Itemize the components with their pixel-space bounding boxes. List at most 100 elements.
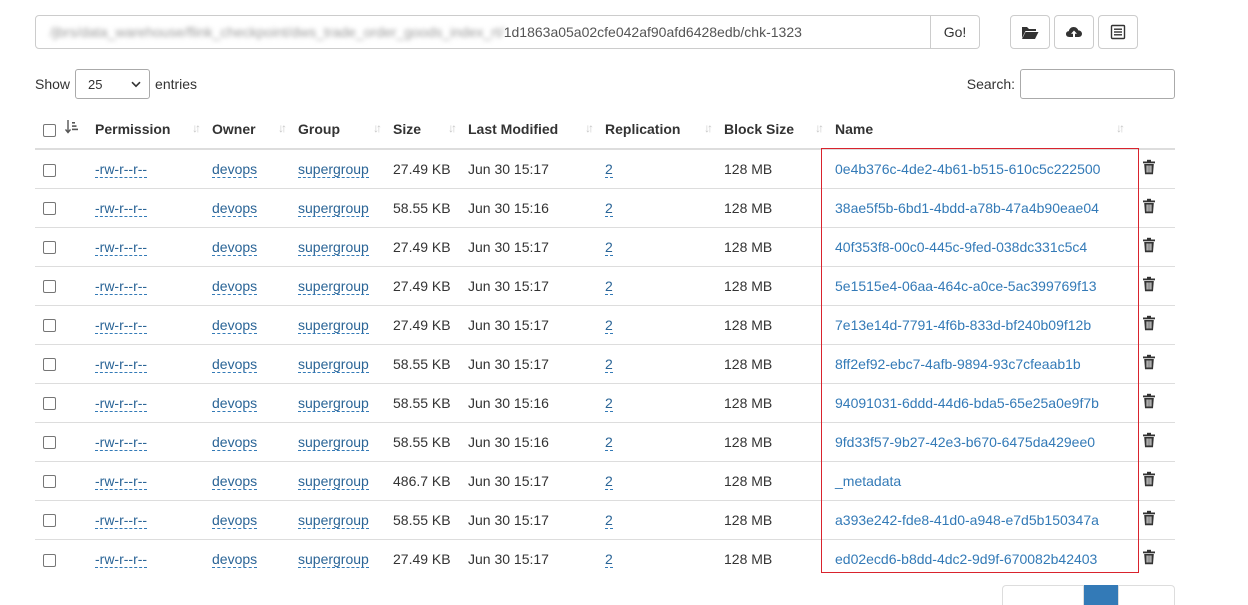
group-link[interactable]: supergroup [298, 160, 369, 178]
permission-link[interactable]: -rw-r--r-- [95, 277, 148, 295]
row-checkbox[interactable] [43, 241, 56, 255]
owner-link[interactable]: devops [212, 316, 258, 334]
group-link[interactable]: supergroup [298, 238, 369, 256]
replication-link[interactable]: 2 [605, 160, 613, 178]
permission-link[interactable]: -rw-r--r-- [95, 394, 148, 412]
group-link[interactable]: supergroup [298, 550, 369, 568]
column-header-block-size[interactable]: Block Size ↓↑ [716, 110, 827, 150]
trash-icon[interactable] [1142, 471, 1156, 490]
row-checkbox[interactable] [43, 397, 56, 411]
file-name-link[interactable]: 7e13e14d-7791-4f6b-833d-bf240b09f12b [835, 317, 1091, 333]
column-header-owner[interactable]: Owner ↓↑ [204, 110, 290, 150]
replication-link[interactable]: 2 [605, 550, 613, 568]
trash-icon[interactable] [1142, 159, 1156, 178]
replication-link[interactable]: 2 [605, 277, 613, 295]
path-input[interactable]: /jbrs/data_warehouse/flink_checkpoint/dw… [35, 15, 931, 49]
group-link[interactable]: supergroup [298, 199, 369, 217]
permission-link[interactable]: -rw-r--r-- [95, 511, 148, 529]
permission-link[interactable]: -rw-r--r-- [95, 199, 148, 217]
trash-icon[interactable] [1142, 432, 1156, 451]
column-header-size[interactable]: Size ↓↑ [385, 110, 460, 150]
group-link[interactable]: supergroup [298, 394, 369, 412]
permission-link[interactable]: -rw-r--r-- [95, 433, 148, 451]
column-header-permission[interactable]: Permission ↓↑ [87, 110, 204, 150]
trash-icon[interactable] [1142, 237, 1156, 256]
file-name-link[interactable]: ed02ecd6-b8dd-4dc2-9d9f-670082b42403 [835, 551, 1097, 567]
file-name-link[interactable]: a393e242-fde8-41d0-a948-e7d5b150347a [835, 512, 1099, 528]
permission-link[interactable]: -rw-r--r-- [95, 316, 148, 334]
trash-icon[interactable] [1142, 354, 1156, 373]
owner-link[interactable]: devops [212, 433, 258, 451]
owner-link[interactable]: devops [212, 160, 258, 178]
owner-link[interactable]: devops [212, 394, 258, 412]
row-checkbox[interactable] [43, 280, 56, 294]
replication-link[interactable]: 2 [605, 394, 613, 412]
file-name-link[interactable]: 0e4b376c-4de2-4b61-b515-610c5c222500 [835, 161, 1100, 177]
pagination-next[interactable] [1118, 585, 1175, 605]
owner-link[interactable]: devops [212, 550, 258, 568]
permission-link[interactable]: -rw-r--r-- [95, 550, 148, 568]
group-link[interactable]: supergroup [298, 277, 369, 295]
list-button[interactable] [1098, 15, 1138, 49]
pagination-previous[interactable] [1002, 585, 1084, 605]
block-size-cell: 128 MB [716, 421, 827, 461]
row-checkbox[interactable] [43, 436, 56, 450]
search-input[interactable] [1020, 69, 1175, 99]
permission-link[interactable]: -rw-r--r-- [95, 238, 148, 256]
sort-arrows-icon: ↓↑ [585, 121, 594, 135]
owner-link[interactable]: devops [212, 277, 258, 295]
upload-button[interactable] [1054, 15, 1094, 49]
select-all-checkbox[interactable] [43, 123, 56, 137]
trash-icon[interactable] [1142, 198, 1156, 217]
permission-link[interactable]: -rw-r--r-- [95, 355, 148, 373]
column-header-name[interactable]: Name ↓↑ [827, 110, 1134, 150]
trash-icon[interactable] [1142, 315, 1156, 334]
owner-link[interactable]: devops [212, 199, 258, 217]
group-link[interactable]: supergroup [298, 433, 369, 451]
row-checkbox[interactable] [43, 358, 56, 372]
column-header-group[interactable]: Group ↓↑ [290, 110, 385, 150]
open-folder-button[interactable] [1010, 15, 1050, 49]
group-link[interactable]: supergroup [298, 316, 369, 334]
file-name-link[interactable]: 8ff2ef92-ebc7-4afb-9894-93c7cfeaab1b [835, 356, 1081, 372]
owner-link[interactable]: devops [212, 472, 258, 490]
permission-link[interactable]: -rw-r--r-- [95, 160, 148, 178]
file-name-link[interactable]: 94091031-6ddd-44d6-bda5-65e25a0e9f7b [835, 395, 1099, 411]
file-name-link[interactable]: 40f353f8-00c0-445c-9fed-038dc331c5c4 [835, 239, 1087, 255]
sort-icon[interactable] [64, 119, 79, 138]
owner-link[interactable]: devops [212, 238, 258, 256]
replication-link[interactable]: 2 [605, 355, 613, 373]
permission-link[interactable]: -rw-r--r-- [95, 472, 148, 490]
trash-icon[interactable] [1142, 393, 1156, 412]
file-name-link[interactable]: 5e1515e4-06aa-464c-a0ce-5ac399769f13 [835, 278, 1097, 294]
group-link[interactable]: supergroup [298, 472, 369, 490]
row-checkbox[interactable] [43, 319, 56, 333]
file-name-link[interactable]: 9fd33f57-9b27-42e3-b670-6475da429ee0 [835, 434, 1095, 450]
replication-link[interactable]: 2 [605, 511, 613, 529]
row-checkbox[interactable] [43, 475, 56, 489]
replication-link[interactable]: 2 [605, 472, 613, 490]
column-header-last-modified[interactable]: Last Modified ↓↑ [460, 110, 597, 150]
row-checkbox[interactable] [43, 202, 56, 216]
column-header-replication[interactable]: Replication ↓↑ [597, 110, 716, 150]
go-button[interactable]: Go! [931, 15, 980, 49]
file-name-link[interactable]: 38ae5f5b-6bd1-4bdd-a78b-47a4b90eae04 [835, 200, 1099, 216]
owner-link[interactable]: devops [212, 511, 258, 529]
replication-link[interactable]: 2 [605, 316, 613, 334]
row-checkbox[interactable] [43, 163, 56, 177]
replication-link[interactable]: 2 [605, 238, 613, 256]
permission-cell: -rw-r--r-- [87, 149, 204, 188]
trash-icon[interactable] [1142, 510, 1156, 529]
entries-select[interactable]: 25 [75, 69, 151, 99]
replication-link[interactable]: 2 [605, 433, 613, 451]
group-link[interactable]: supergroup [298, 511, 369, 529]
file-name-link[interactable]: _metadata [835, 473, 901, 489]
row-checkbox[interactable] [43, 514, 56, 528]
trash-icon[interactable] [1142, 549, 1156, 568]
owner-link[interactable]: devops [212, 355, 258, 373]
group-link[interactable]: supergroup [298, 355, 369, 373]
pagination-active-page[interactable] [1084, 585, 1118, 605]
row-checkbox[interactable] [43, 553, 56, 567]
replication-link[interactable]: 2 [605, 199, 613, 217]
trash-icon[interactable] [1142, 276, 1156, 295]
